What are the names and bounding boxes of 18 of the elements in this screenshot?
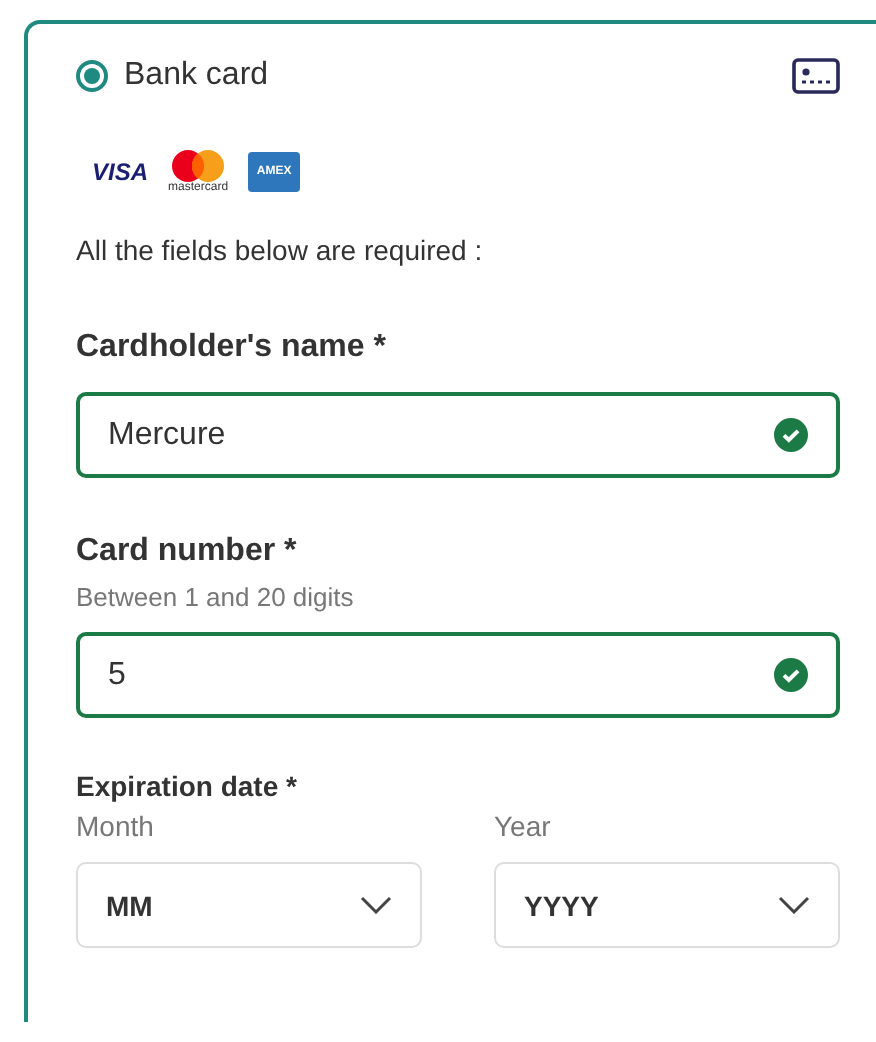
select-label: Year xyxy=(494,810,553,842)
field-label: Cardholder's name * xyxy=(76,330,388,366)
dropdown-select[interactable]: MM xyxy=(76,862,422,948)
select-label: Month xyxy=(76,810,156,842)
field-label: Card number * xyxy=(76,534,299,570)
input-field[interactable]: 5 xyxy=(76,632,840,718)
required-note: All the fields below are required : xyxy=(76,234,485,266)
visa-logo: VISA xyxy=(92,158,149,186)
chevron-down-icon xyxy=(360,896,392,914)
dropdown-select[interactable]: YYYY xyxy=(494,862,840,948)
bank-card-radio[interactable]: Bank card xyxy=(76,58,269,94)
check-icon xyxy=(774,658,808,692)
card-icon xyxy=(792,58,840,94)
field-hint: Between 1 and 20 digits xyxy=(76,582,356,612)
check-icon xyxy=(774,418,808,452)
input-field[interactable]: Mercure xyxy=(76,392,840,478)
chevron-down-icon xyxy=(778,896,810,914)
field-label: Expiration date * xyxy=(76,770,299,802)
